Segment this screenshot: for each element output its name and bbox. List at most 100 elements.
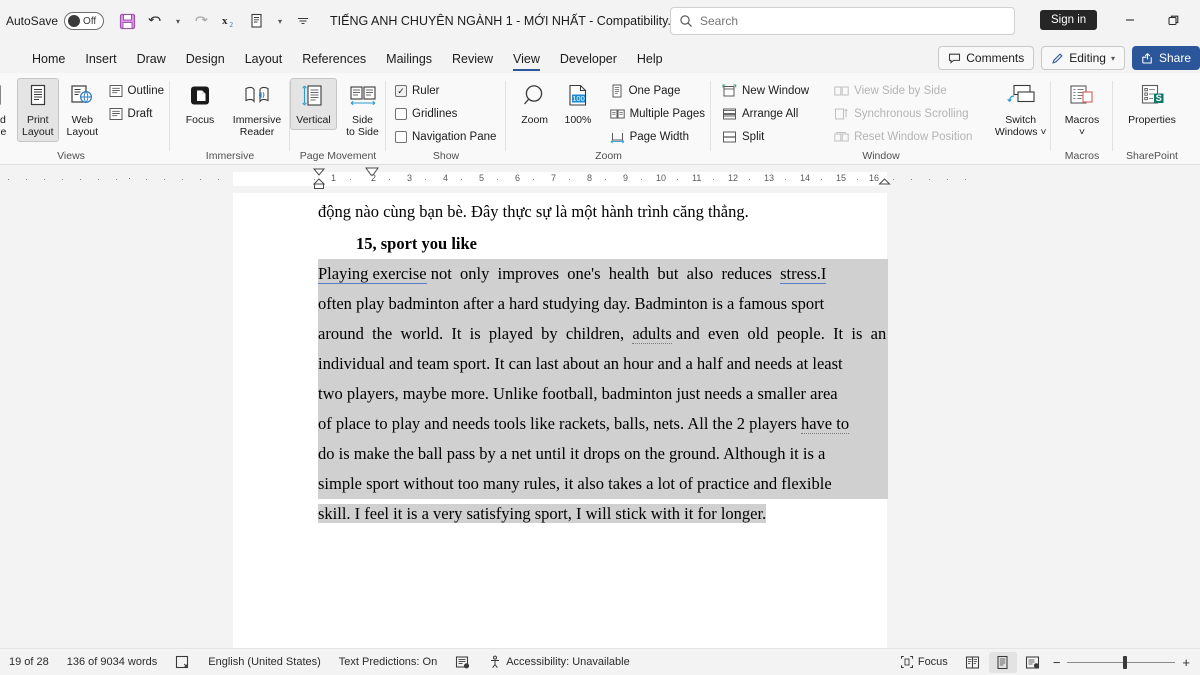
vertical-button[interactable]: Vertical xyxy=(290,78,337,130)
ruler-number: 9 xyxy=(623,173,628,183)
switch-windows-button[interactable]: Switch Windows ˅ xyxy=(990,78,1051,142)
ruler-checkbox-row[interactable]: ✓ Ruler xyxy=(392,80,502,102)
switch-windows-icon xyxy=(1004,81,1038,113)
word-count[interactable]: 136 of 9034 words xyxy=(58,656,167,668)
restore-button[interactable] xyxy=(1155,6,1191,34)
side-to-side-button[interactable]: Side to Side xyxy=(339,78,386,142)
group-label-zoom: Zoom xyxy=(506,150,711,165)
navigation-pane-checkbox-row[interactable]: Navigation Pane xyxy=(392,126,502,148)
zoom-slider[interactable]: − + xyxy=(1053,655,1190,670)
ruler[interactable]: · 1 2 3 4 5 6 7 8 9 10 11 12 13 14 15 16 xyxy=(0,165,1200,193)
checkbox-checked-icon[interactable]: ✓ xyxy=(395,85,407,97)
document-text[interactable]: động nào cùng bạn bè. Đây thực sự là một… xyxy=(318,197,888,529)
autosave-control[interactable]: AutoSave Off xyxy=(6,12,104,30)
web-layout-view-button[interactable] xyxy=(1019,652,1047,673)
tab-draw[interactable]: Draw xyxy=(127,48,176,70)
focus-button[interactable]: Focus xyxy=(174,78,226,130)
autosave-toggle[interactable]: Off xyxy=(64,12,104,30)
page-width-icon xyxy=(610,130,625,144)
customize-qat-icon[interactable] xyxy=(290,8,316,34)
zoom-in-button[interactable]: + xyxy=(1182,655,1190,670)
zoom-small-buttons: One Page Multiple Pages Page Width xyxy=(607,78,711,148)
undo-dropdown-icon[interactable]: ▾ xyxy=(170,8,186,34)
zoom-100-button[interactable]: 100 100% xyxy=(557,78,598,130)
tab-view[interactable]: View xyxy=(503,48,550,70)
proofing-errors-icon[interactable] xyxy=(166,655,199,670)
editing-mode-button[interactable]: Editing ▾ xyxy=(1041,46,1125,70)
arrange-all-button[interactable]: Arrange All xyxy=(719,103,815,125)
zoom-button[interactable]: Zoom xyxy=(514,78,555,130)
page-width-button[interactable]: Page Width xyxy=(607,126,711,148)
ribbon-group-zoom: Zoom 100 100% One Page xyxy=(506,73,711,165)
first-line-indent-marker[interactable] xyxy=(313,168,325,176)
multiple-pages-button[interactable]: Multiple Pages xyxy=(607,103,711,125)
hanging-indent-marker[interactable] xyxy=(365,167,379,176)
tab-layout[interactable]: Layout xyxy=(235,48,293,70)
search-input[interactable] xyxy=(700,14,1006,28)
body-line: of place to play and needs tools like ra… xyxy=(318,409,888,439)
switch-windows-label: Switch Windows ˅ xyxy=(995,115,1047,139)
minimize-button[interactable] xyxy=(1112,6,1148,34)
outline-button[interactable]: Outline xyxy=(106,80,170,102)
print-layout-view-button[interactable] xyxy=(989,652,1017,673)
comments-button[interactable]: Comments xyxy=(938,46,1034,70)
zoom-knob[interactable] xyxy=(1123,656,1127,669)
grammar-marked-phrase[interactable]: stress.I xyxy=(780,264,826,284)
one-page-button[interactable]: One Page xyxy=(607,80,711,102)
share-button[interactable]: Share xyxy=(1132,46,1200,70)
print-layout-button[interactable]: Print Layout xyxy=(17,78,60,142)
tab-references[interactable]: References xyxy=(292,48,376,70)
immersive-reader-button[interactable]: Immersive Reader xyxy=(228,78,286,142)
checkbox-unchecked-icon[interactable] xyxy=(395,108,407,120)
right-indent-marker[interactable] xyxy=(878,178,891,189)
zoom-track[interactable] xyxy=(1067,662,1175,663)
body-line-text: around the world. It is played by childr… xyxy=(318,324,632,343)
print-preview-icon[interactable] xyxy=(244,8,270,34)
spelling-marked-phrase[interactable]: have to xyxy=(801,414,849,434)
read-mode-view-button[interactable] xyxy=(959,652,987,673)
comment-icon xyxy=(948,52,961,65)
draft-button[interactable]: Draft xyxy=(106,103,170,125)
new-window-button[interactable]: New Window xyxy=(719,80,815,102)
web-layout-button[interactable]: Web Layout xyxy=(61,78,104,142)
print-dropdown-icon[interactable]: ▾ xyxy=(272,8,288,34)
spelling-marked-phrase[interactable]: adults xyxy=(632,324,671,344)
read-mode-button[interactable]: Read Mode xyxy=(0,78,15,142)
redo-icon[interactable] xyxy=(188,8,214,34)
focus-mode-button[interactable]: Focus xyxy=(891,655,957,669)
focus-label: Focus xyxy=(186,115,215,127)
tab-design[interactable]: Design xyxy=(176,48,235,70)
tab-developer[interactable]: Developer xyxy=(550,48,627,70)
undo-icon[interactable] xyxy=(142,8,168,34)
language-indicator[interactable]: English (United States) xyxy=(199,656,330,668)
text-predictions-indicator[interactable]: Text Predictions: On xyxy=(330,656,446,668)
search-box[interactable] xyxy=(670,7,1015,35)
macros-button[interactable]: Macros ˅ xyxy=(1056,78,1108,142)
focus-icon xyxy=(186,81,214,113)
page-indicator[interactable]: 19 of 28 xyxy=(0,656,58,668)
synchronous-scrolling-label: Synchronous Scrolling xyxy=(854,108,968,120)
accessibility-indicator[interactable]: Accessibility: Unavailable xyxy=(479,655,639,669)
grammar-marked-phrase[interactable]: Playing exercise xyxy=(318,264,427,284)
subscript-icon[interactable]: x2 xyxy=(216,8,242,34)
tab-review[interactable]: Review xyxy=(442,48,503,70)
gridlines-checkbox-row[interactable]: Gridlines xyxy=(392,103,502,125)
zoom-out-button[interactable]: − xyxy=(1053,655,1061,670)
tab-home[interactable]: Home xyxy=(22,48,75,70)
print-layout-label: Print Layout xyxy=(22,115,54,139)
tab-help[interactable]: Help xyxy=(627,48,673,70)
document-canvas[interactable]: động nào cùng bạn bè. Đây thực sự là một… xyxy=(0,193,1200,648)
tab-insert[interactable]: Insert xyxy=(75,48,126,70)
ribbon-group-page-movement: Vertical Side to Side Page Movement xyxy=(290,73,386,165)
save-icon[interactable] xyxy=(114,8,140,34)
split-button[interactable]: Split xyxy=(719,126,815,148)
left-indent-marker[interactable] xyxy=(313,178,325,190)
properties-button[interactable]: S Properties xyxy=(1120,78,1184,130)
sign-in-button[interactable]: Sign in xyxy=(1040,10,1097,30)
status-bar-right: Focus − + xyxy=(891,652,1196,673)
ruler-number: 8 xyxy=(587,173,592,183)
editor-icon[interactable] xyxy=(446,655,479,670)
checkbox-unchecked-icon[interactable] xyxy=(395,131,407,143)
document-page[interactable]: động nào cùng bạn bè. Đây thực sự là một… xyxy=(233,193,887,648)
tab-mailings[interactable]: Mailings xyxy=(376,48,442,70)
